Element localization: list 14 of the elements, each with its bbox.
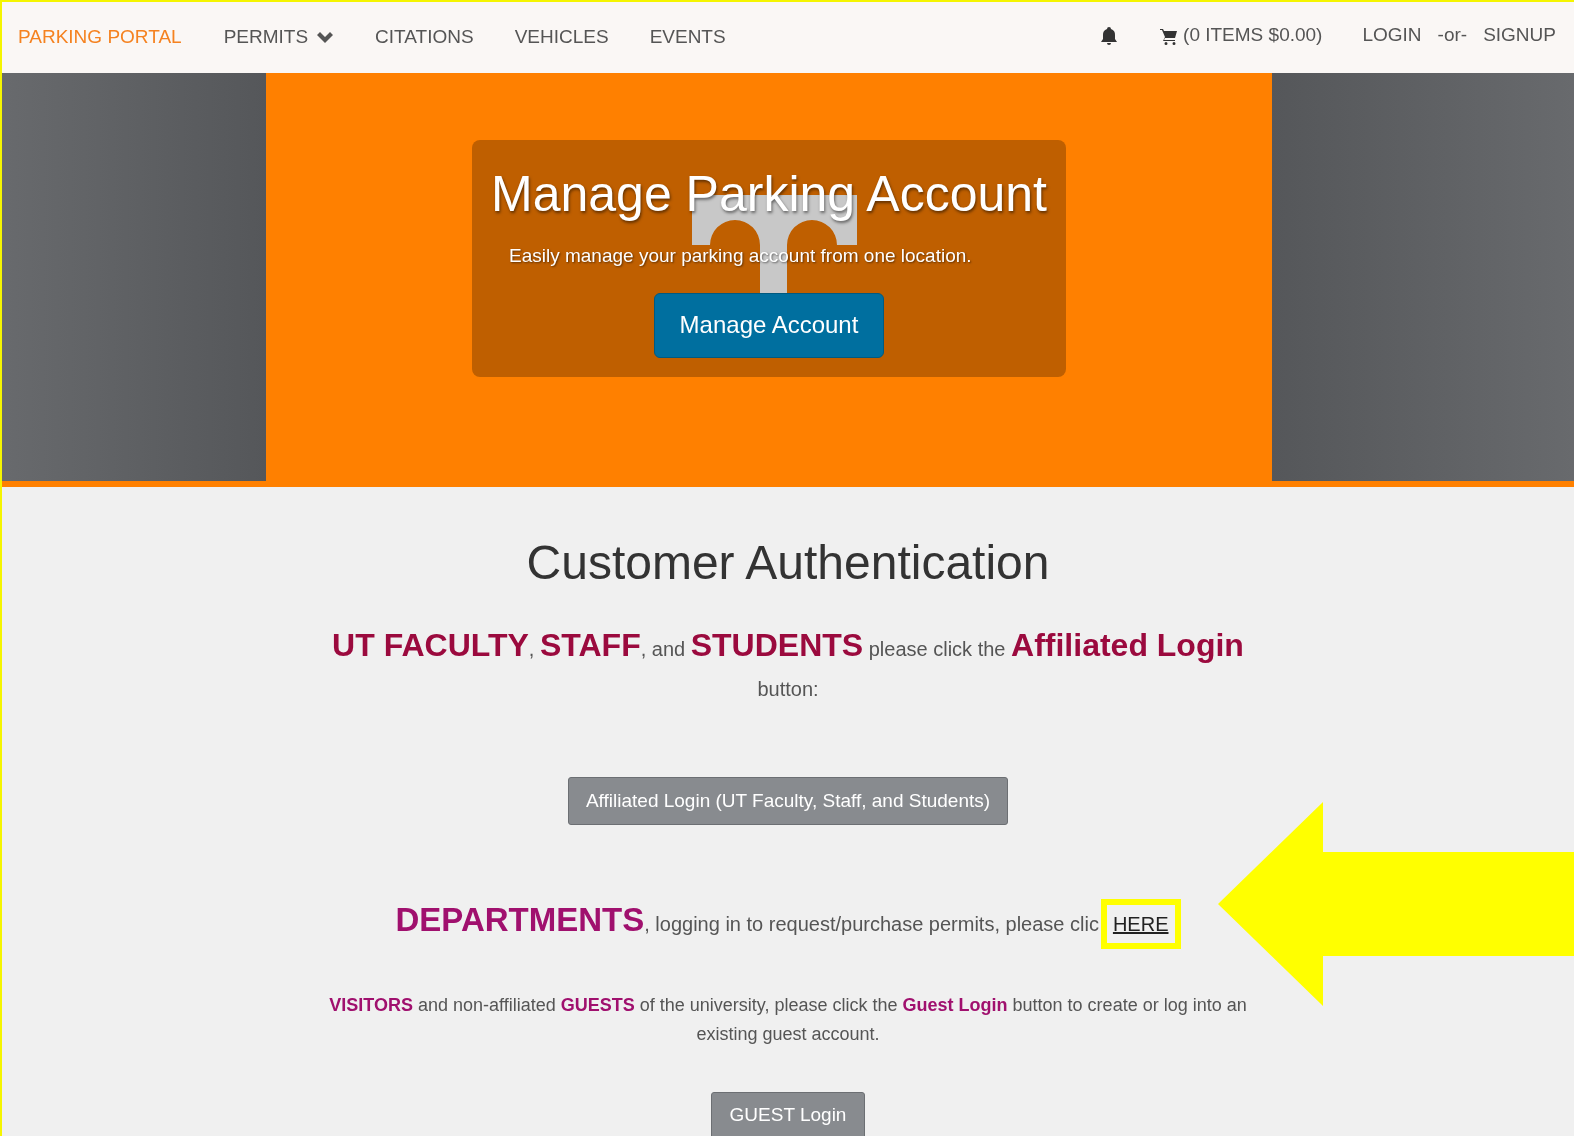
affiliated-instructions: UT FACULTY, STAFF, and STUDENTS please click the Affiliated Login button: [331, 626, 1245, 702]
nav-link[interactable]: CITATIONS [375, 23, 474, 52]
separator-text: -or- [1437, 23, 1468, 48]
visitors-instructions: VISITORS and non-affiliated GUESTS of the university, please click the Guest Login button to create or log into an existing guest account. [328, 993, 1248, 1046]
section-title: Customer Authentication [526, 535, 1050, 591]
manage-account-button[interactable]: Manage Account [654, 292, 884, 358]
nav-link[interactable]: EVENTS [649, 23, 726, 52]
cart-link[interactable]: (0 ITEMS $0.00) [1183, 21, 1323, 50]
login-link[interactable]: LOGIN [1362, 21, 1422, 50]
here-link[interactable]: HERE [1100, 899, 1181, 949]
bell-icon[interactable] [1099, 25, 1120, 46]
nav-link[interactable]: PERMITS [223, 23, 335, 52]
nav-link[interactable]: VEHICLES [514, 23, 609, 52]
signup-link[interactable]: SIGNUP [1483, 21, 1556, 50]
